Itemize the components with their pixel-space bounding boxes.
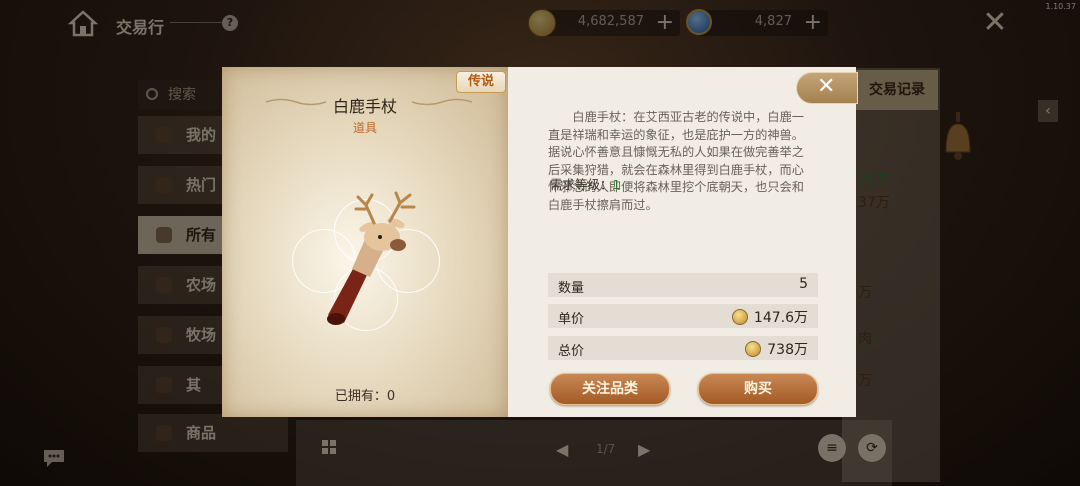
item-name: 白鹿手杖	[332, 97, 397, 116]
total-price-row: 总价 738万	[548, 336, 818, 360]
item-preview-panel: 传说 白鹿手杖 道具 已拥有：0	[222, 67, 508, 417]
follow-category-button[interactable]: 关注品类	[550, 373, 670, 405]
total-price-value-wrap: 738万	[745, 339, 808, 359]
close-modal-button[interactable]: ✕	[796, 72, 858, 104]
deer-cane-icon	[327, 191, 416, 325]
total-price-label: 总价	[558, 344, 585, 359]
unit-price-value-wrap: 147.6万	[731, 307, 808, 327]
coin-icon	[731, 309, 748, 325]
owned-value: 0	[386, 389, 396, 404]
owned-count: 已拥有：0	[222, 385, 508, 404]
quantity-value: 5	[799, 276, 808, 292]
item-type: 道具	[352, 121, 377, 135]
coin-icon	[745, 341, 762, 357]
quantity-row: 数量 5	[548, 273, 818, 297]
close-icon: ✕	[817, 74, 836, 99]
item-description: 白鹿手杖：在艾西亚古老的传说中，白鹿一直是祥瑞和幸运的象征，也是庇护一方的神兽。…	[548, 110, 804, 212]
quantity-label: 数量	[558, 281, 585, 296]
required-level: 需求等级：1	[550, 174, 620, 193]
item-detail-modal: 传说 白鹿手杖 道具 已拥有：0 ✕ 白鹿手杖：在艾西亚古老的传说中，白鹿一直是…	[222, 67, 858, 417]
unit-price-label: 单价	[558, 312, 585, 327]
required-level-label: 需求等级：	[550, 177, 613, 192]
unit-price-row: 单价 147.6万	[548, 304, 818, 328]
buy-button[interactable]: 购买	[698, 373, 818, 405]
required-level-value: 1	[612, 177, 621, 192]
total-price-value: 738万	[767, 342, 808, 358]
owned-label: 已拥有：	[334, 389, 387, 404]
rarity-badge: 传说	[456, 71, 506, 93]
unit-price-value: 147.6万	[753, 310, 808, 326]
